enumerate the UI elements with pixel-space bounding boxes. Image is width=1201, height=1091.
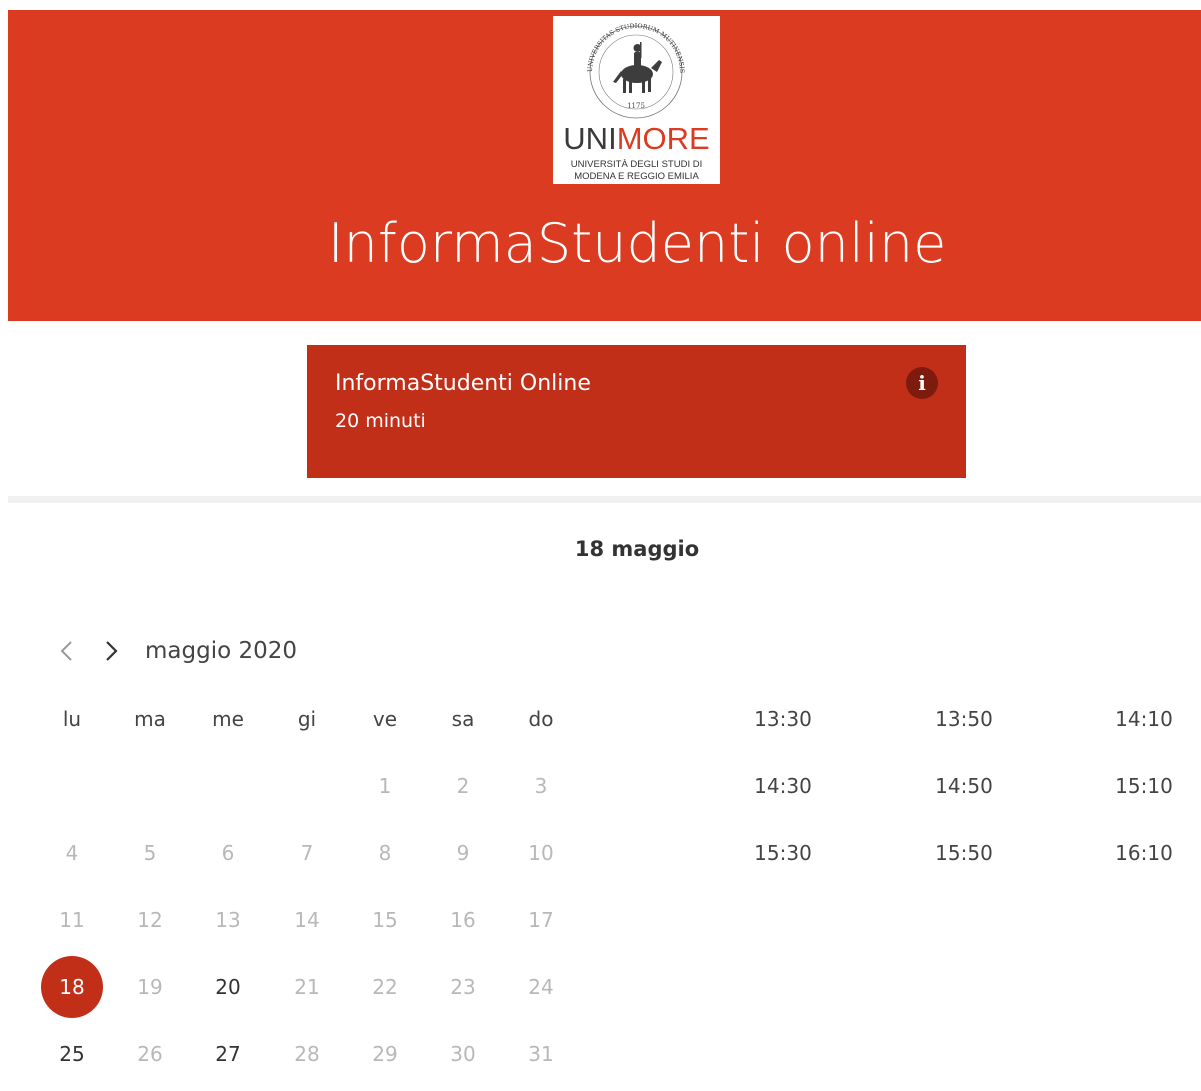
calendar-day-20[interactable]: 20	[197, 967, 259, 1007]
time-slot-1430[interactable]: 14:30	[733, 766, 833, 806]
chevron-right-icon	[106, 641, 118, 661]
seal-year: 1175	[627, 102, 645, 110]
calendar-day-23: 23	[450, 975, 476, 999]
chevron-left-icon	[60, 641, 72, 661]
calendar-day-28: 28	[294, 1042, 320, 1066]
calendar-day-5: 5	[143, 841, 157, 865]
calendar-day-13: 13	[215, 908, 241, 932]
calendar-day-11: 11	[59, 908, 85, 932]
time-slot-1330[interactable]: 13:30	[733, 699, 833, 739]
calendar-day-24: 24	[528, 975, 554, 999]
calendar-day-3: 3	[534, 774, 548, 798]
calendar-day-6: 6	[221, 841, 235, 865]
brand-more: MORE	[616, 121, 710, 156]
calendar-day-1: 1	[378, 774, 392, 798]
time-slot-1550[interactable]: 15:50	[914, 833, 1014, 873]
university-logo: UNIVERSITAS STUDIORUM MUTINENSIS ET REGI…	[553, 16, 720, 184]
calendar-day-18[interactable]: 18	[41, 956, 103, 1018]
calendar-day-17: 17	[528, 908, 554, 932]
calendar-day-9: 9	[456, 841, 470, 865]
calendar-day-27[interactable]: 27	[197, 1034, 259, 1074]
selected-date-heading: 18 maggio	[574, 537, 700, 561]
weekday-header: lu	[62, 707, 82, 731]
service-card[interactable]: InformaStudenti Online 20 minuti i	[307, 345, 966, 478]
month-label: maggio 2020	[145, 638, 298, 664]
calendar-day-12: 12	[137, 908, 163, 932]
brand-subtitle-line2: MODENA E REGGIO EMILIA	[574, 171, 699, 182]
weekday-header: ma	[134, 707, 166, 731]
calendar-day-31: 31	[528, 1042, 554, 1066]
page-title: InformaStudenti online	[327, 212, 947, 275]
service-duration: 20 minuti	[335, 410, 426, 432]
calendar-day-8: 8	[378, 841, 392, 865]
calendar-day-19: 19	[137, 975, 163, 999]
calendar-day-29: 29	[372, 1042, 398, 1066]
time-slot-1510[interactable]: 15:10	[1094, 766, 1194, 806]
weekday-header: do	[528, 707, 554, 731]
weekday-header: sa	[451, 707, 475, 731]
calendar-day-25[interactable]: 25	[41, 1034, 103, 1074]
svg-text:UNIVERSITAS STUDIORUM MUTINENS: UNIVERSITAS STUDIORUM MUTINENSIS ET REGI…	[553, 16, 685, 73]
calendar-day-10: 10	[528, 841, 554, 865]
brand-name: UNIMORE	[553, 121, 720, 157]
calendar-day-26: 26	[137, 1042, 163, 1066]
calendar-day-30: 30	[450, 1042, 476, 1066]
calendar-day-4: 4	[65, 841, 79, 865]
weekday-header: ve	[372, 707, 398, 731]
brand-uni: UNI	[563, 121, 617, 156]
calendar-day-16: 16	[450, 908, 476, 932]
calendar-day-15: 15	[372, 908, 398, 932]
previous-month-button[interactable]	[53, 633, 81, 669]
time-slot-1410[interactable]: 14:10	[1094, 699, 1194, 739]
calendar-day-2: 2	[456, 774, 470, 798]
header-banner: UNIVERSITAS STUDIORUM MUTINENSIS ET REGI…	[8, 10, 1201, 321]
weekday-header: gi	[297, 707, 317, 731]
time-slot-1610[interactable]: 16:10	[1094, 833, 1194, 873]
time-slot-1350[interactable]: 13:50	[914, 699, 1014, 739]
calendar-day-14: 14	[294, 908, 320, 932]
section-divider	[8, 496, 1201, 503]
seal-text: UNIVERSITAS STUDIORUM MUTINENSIS ET REGI…	[553, 16, 685, 73]
calendar-day-7: 7	[300, 841, 314, 865]
seal-icon: UNIVERSITAS STUDIORUM MUTINENSIS ET REGI…	[553, 16, 685, 119]
time-slot-1450[interactable]: 14:50	[914, 766, 1014, 806]
service-name: InformaStudenti Online	[335, 371, 591, 396]
calendar-day-22: 22	[372, 975, 398, 999]
calendar-day-21: 21	[294, 975, 320, 999]
weekday-header: me	[212, 707, 244, 731]
time-slot-1530[interactable]: 15:30	[733, 833, 833, 873]
brand-subtitle-line1: UNIVERSITÀ DEGLI STUDI DI	[570, 159, 703, 170]
next-month-button[interactable]	[97, 633, 125, 669]
info-icon[interactable]: i	[906, 367, 938, 399]
